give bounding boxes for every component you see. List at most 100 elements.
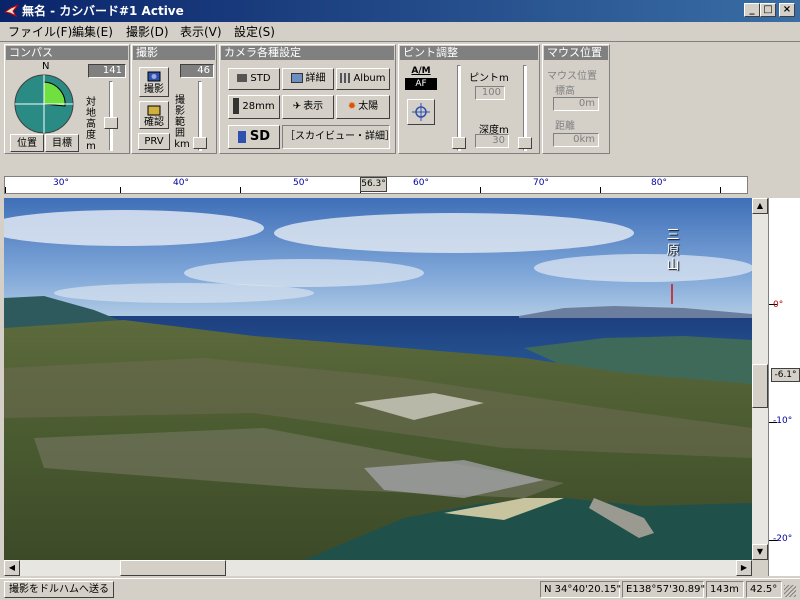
focus-slider-thumb[interactable] [452, 137, 466, 149]
ruler-tick [240, 187, 241, 193]
heading-tick-label: 60° [413, 178, 429, 188]
camera-std-icon [237, 74, 248, 82]
longitude-readout: E138°57'30.89" [622, 581, 705, 598]
sun-button[interactable]: ✹ 太陽 [336, 95, 390, 119]
heading-tick-label: 80° [651, 178, 667, 188]
28mm-label: 28mm [242, 101, 275, 112]
compass-panel-title: コンパス [6, 46, 128, 60]
mouse-pos-label: マウス位置 [547, 71, 597, 82]
height-label-2: 地 [86, 108, 96, 119]
compass-north-label: N [42, 61, 50, 72]
scroll-left-arrow-icon[interactable]: ◀ [4, 560, 20, 576]
height-value: 141 [88, 64, 126, 78]
shoot-button[interactable]: 撮影 [139, 67, 169, 97]
height-slider-track[interactable] [109, 81, 113, 151]
status-bar: 撮影をドルハムへ送る N 34°40'20.15" E138°57'30.89"… [0, 578, 800, 600]
28mm-button[interactable]: 28mm [228, 95, 280, 119]
camera-panel-title: カメラ各種設定 [221, 46, 394, 60]
shoot-panel-title: 撮影 [133, 46, 215, 60]
display-label: 表示 [303, 101, 324, 112]
pitch-ruler[interactable]: 0° -10° -20° -6.1° [768, 198, 800, 576]
close-button[interactable]: × [779, 3, 795, 17]
range-label-1: 撮 [175, 95, 185, 106]
af-indicator[interactable]: AF [405, 78, 437, 90]
terrain-view[interactable]: 三原山 [4, 198, 752, 560]
sd-button[interactable]: SD [228, 125, 280, 149]
depth-slider-thumb[interactable] [518, 137, 532, 149]
menu-settings[interactable]: 設定(S) [234, 24, 275, 40]
mouse-position-panel: マウス位置 マウス位置 標高 0m 距離 0km [542, 44, 610, 154]
lens-icon [233, 98, 240, 114]
height-label-1: 対 [86, 97, 96, 108]
app-bird-icon [4, 4, 19, 17]
heading-tick-label: 70° [533, 178, 549, 188]
latitude-readout: N 34°40'20.15" [540, 581, 621, 598]
sky-view-status: ［スカイビュー・詳細］ [282, 125, 390, 149]
focus-panel-title: ピント調整 [400, 46, 538, 60]
focus-panel: ピント調整 A/M AF ピントm 100 深度m 30 [398, 44, 540, 154]
maximize-button[interactable]: □ [760, 3, 776, 17]
album-grid-icon [340, 73, 351, 83]
confirm-button-label: 確認 [144, 117, 164, 128]
depth-value: 30 [475, 134, 509, 148]
preview-icon [147, 105, 161, 116]
horizontal-scroll-thumb[interactable] [120, 560, 226, 576]
menu-bar: ファイル(F) 編集(E) 撮影(D) 表示(V) 設定(S) [0, 22, 800, 42]
pitch-tick-label: -20° [773, 534, 793, 544]
range-slider-thumb[interactable] [193, 137, 207, 149]
elevation-label: 標高 [555, 86, 575, 97]
menu-file[interactable]: ファイル(F) [8, 24, 72, 40]
sun-label: 太陽 [358, 101, 379, 112]
vertical-scrollbar[interactable]: ▲ ▼ [752, 198, 768, 560]
menu-shoot[interactable]: 撮影(D) [126, 24, 169, 40]
prv-button[interactable]: PRV [138, 133, 170, 150]
terrain-render[interactable] [4, 198, 752, 560]
scroll-up-arrow-icon[interactable]: ▲ [752, 198, 768, 214]
scroll-right-arrow-icon[interactable]: ▶ [736, 560, 752, 576]
heading-marker: 56.3° [360, 177, 387, 192]
album-button[interactable]: Album [336, 68, 390, 90]
std-label: STD [250, 73, 271, 84]
focus-crosshair-button[interactable] [407, 99, 435, 125]
height-slider-thumb[interactable] [104, 117, 118, 129]
vertical-scroll-thumb[interactable] [752, 364, 768, 408]
sun-icon: ✹ [347, 101, 357, 112]
shoot-panel: 撮影 46 撮影 確認 PRV 撮 影 範 囲 km [131, 44, 217, 154]
am-toggle[interactable]: A/M [405, 65, 437, 77]
horizontal-scrollbar[interactable]: ◀ ▶ [4, 560, 752, 576]
detail-label: 詳細 [305, 73, 326, 84]
range-label-4: 囲 [175, 128, 185, 139]
detail-button[interactable]: 詳細 [282, 68, 334, 90]
focus-distance-value: 100 [475, 86, 505, 100]
altitude-readout: 143m [706, 581, 744, 598]
target-button[interactable]: 目標 [45, 134, 79, 152]
elevation-value: 0m [553, 97, 599, 111]
menu-view[interactable]: 表示(V) [180, 24, 222, 40]
crosshair-icon [412, 103, 430, 121]
pitch-tick-label: -10° [773, 416, 793, 426]
ruler-tick [720, 187, 721, 193]
menu-edit[interactable]: 編集(E) [72, 24, 113, 40]
camera-icon [147, 71, 161, 82]
height-label-5: m [86, 141, 96, 152]
scroll-down-arrow-icon[interactable]: ▼ [752, 544, 768, 560]
focus-distance-label: ピントm [469, 73, 509, 84]
std-button[interactable]: STD [228, 68, 280, 90]
heading-tick-label: 40° [173, 178, 189, 188]
album-label: Album [353, 73, 386, 84]
range-value: 46 [180, 64, 214, 78]
confirm-button[interactable]: 確認 [139, 101, 169, 129]
distance-label: 距離 [555, 121, 575, 132]
pitch-tick-label: 0° [773, 300, 784, 310]
heading-tick-label: 50° [293, 178, 309, 188]
display-button[interactable]: ✈ 表示 [282, 95, 334, 119]
heading-tick-label: 30° [53, 178, 69, 188]
range-label-3: 範 [175, 117, 185, 128]
send-to-album-button[interactable]: 撮影をドルハムへ送る [4, 581, 114, 598]
position-button[interactable]: 位置 [10, 134, 44, 152]
minimize-button[interactable]: _ [744, 3, 760, 17]
resize-grip-icon[interactable] [784, 585, 796, 597]
peak-label: 三原山 [666, 228, 680, 273]
window-title: 無名 - カシバード#1 Active [22, 4, 184, 18]
compass-dial[interactable] [13, 73, 75, 135]
